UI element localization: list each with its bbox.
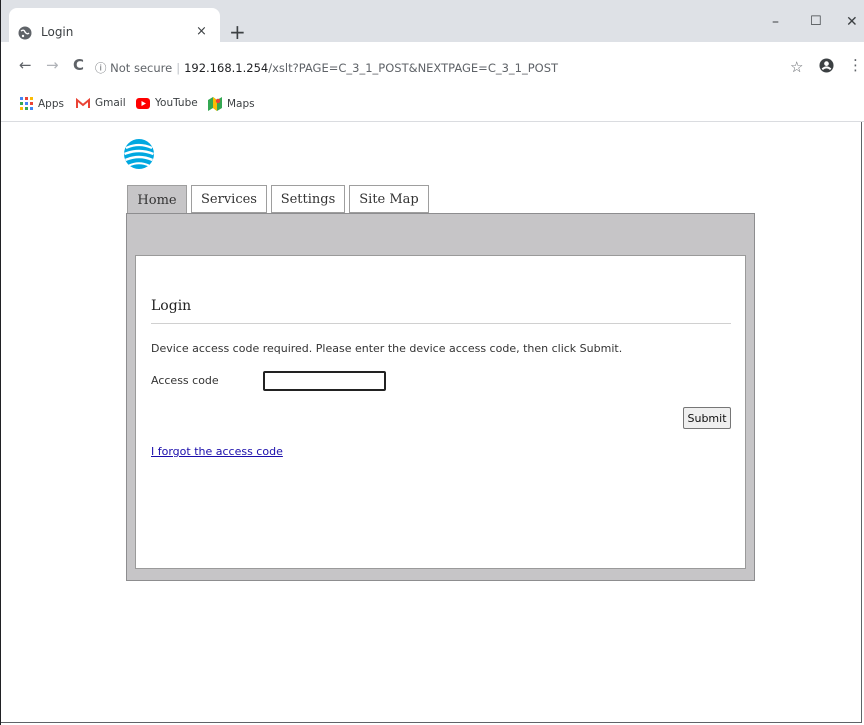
forward-icon[interactable]: → [46, 56, 59, 74]
tab-site-map-label: Site Map [359, 191, 419, 207]
bookmark-label: Maps [227, 98, 255, 110]
security-label: Not secure [110, 61, 173, 75]
address-separator: | [176, 61, 181, 75]
tab-title: Login [41, 25, 74, 39]
maps-icon [208, 97, 222, 111]
minimize-icon[interactable]: – [772, 14, 779, 30]
bookmark-gmail[interactable]: Gmail [76, 97, 126, 109]
bookmark-youtube[interactable]: YouTube [136, 97, 198, 109]
menu-dots-icon[interactable]: ⋮ [848, 56, 863, 74]
tab-settings-label: Settings [280, 191, 336, 207]
tab-settings[interactable]: Settings [271, 185, 345, 213]
apps-grid-icon [20, 97, 33, 110]
tab-home-label: Home [137, 193, 177, 208]
url-path: /xslt?PAGE=C_3_1_POST&NEXTPAGE=C_3_1_POS… [268, 61, 559, 75]
star-icon[interactable]: ☆ [790, 58, 803, 76]
login-panel [135, 255, 746, 569]
access-code-input[interactable] [263, 371, 386, 391]
globe-icon [18, 26, 32, 40]
access-code-message: Device access code required. Please ente… [151, 342, 623, 355]
bookmark-label: Gmail [95, 97, 126, 109]
youtube-icon [136, 97, 150, 109]
profile-icon[interactable] [819, 58, 834, 73]
tab-close-icon[interactable]: × [196, 24, 207, 39]
close-window-icon[interactable]: ✕ [846, 14, 858, 30]
submit-button[interactable]: Submit [683, 407, 731, 429]
login-heading: Login [151, 298, 192, 314]
att-globe-logo [124, 139, 154, 169]
window-left-edge [0, 0, 1, 725]
back-icon[interactable]: ← [19, 56, 32, 74]
heading-divider [151, 323, 731, 324]
bookmarks-bar [0, 92, 864, 122]
access-code-label: Access code [151, 374, 219, 387]
new-tab-icon[interactable]: + [229, 20, 246, 44]
maximize-icon[interactable]: ☐ [810, 14, 822, 29]
forgot-access-code-link[interactable]: I forgot the access code [151, 445, 283, 458]
gmail-icon [76, 97, 90, 108]
url-host: 192.168.1.254 [184, 61, 269, 75]
tab-home[interactable]: Home [127, 185, 187, 215]
address-bar[interactable]: ⓘ Not secure | 192.168.1.254/xslt?PAGE=C_3… [95, 60, 558, 76]
tab-services[interactable]: Services [191, 185, 267, 213]
bookmark-maps[interactable]: Maps [208, 97, 255, 111]
tab-site-map[interactable]: Site Map [349, 185, 429, 213]
reload-icon[interactable]: C [73, 56, 84, 74]
bookmark-apps[interactable]: Apps [20, 97, 64, 110]
tab-services-label: Services [201, 191, 257, 207]
info-icon[interactable]: ⓘ [95, 61, 107, 75]
bookmark-label: Apps [38, 97, 64, 110]
bookmark-label: YouTube [155, 97, 198, 109]
